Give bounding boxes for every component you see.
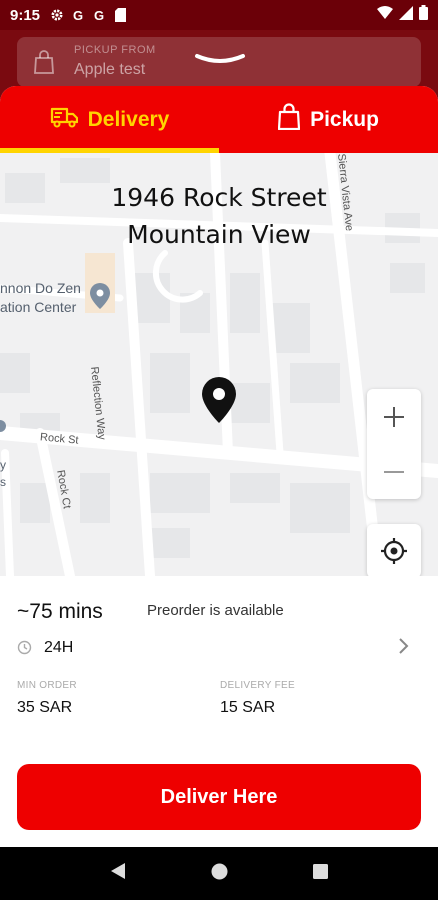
clock-icon xyxy=(17,640,32,660)
wifi-icon xyxy=(377,6,393,24)
map-poi-pin-icon xyxy=(90,283,110,314)
pickup-label: PICKUP FROM xyxy=(74,44,156,56)
pickup-store-name: Apple test xyxy=(74,61,146,78)
order-type-sheet: Delivery Pickup 1946 Rock Street Mountai… xyxy=(0,86,438,847)
shopping-bag-icon xyxy=(277,103,301,136)
map-edge-pin-icon xyxy=(0,420,6,441)
system-nav-bar xyxy=(0,847,438,900)
shopping-bag-icon xyxy=(33,50,55,79)
map-edge-text-1: y xyxy=(0,458,6,472)
delivery-eta: ~75 mins xyxy=(17,600,103,623)
delivery-info-panel: ~75 mins Preorder is available 24H MIN O… xyxy=(0,576,438,847)
preorder-text: Preorder is available xyxy=(147,602,284,619)
opening-hours: 24H xyxy=(44,639,74,656)
back-icon[interactable] xyxy=(110,862,126,885)
home-icon[interactable] xyxy=(211,863,228,885)
recents-icon[interactable] xyxy=(313,863,328,884)
delivery-fee-value: 15 SAR xyxy=(220,699,276,716)
delivery-truck-icon xyxy=(50,106,78,134)
map[interactable]: 1946 Rock Street Mountain View nnon Do Z… xyxy=(0,153,438,576)
map-poi-line2: ation Center xyxy=(0,299,77,315)
google-icon: G xyxy=(72,7,84,23)
minus-icon xyxy=(384,470,404,473)
google-icon: G xyxy=(93,7,105,23)
sd-card-icon xyxy=(113,8,127,22)
chevron-right-icon[interactable] xyxy=(398,637,410,660)
tab-delivery-label: Delivery xyxy=(87,107,170,131)
gear-icon xyxy=(50,8,64,22)
crosshair-icon xyxy=(381,538,407,564)
tab-pickup-label: Pickup xyxy=(310,107,379,131)
tab-pickup[interactable]: Pickup xyxy=(219,86,438,153)
zoom-in-button[interactable] xyxy=(367,389,421,444)
min-order-label: MIN ORDER xyxy=(17,680,77,691)
min-order-value: 35 SAR xyxy=(17,699,73,716)
chevron-down-icon[interactable] xyxy=(194,52,246,73)
plus-icon xyxy=(384,406,404,427)
deliver-here-button[interactable]: Deliver Here xyxy=(17,764,421,830)
map-poi-line1: nnon Do Zen xyxy=(0,280,81,296)
battery-icon xyxy=(419,5,428,25)
map-address-line2: Mountain View xyxy=(127,220,311,249)
order-type-tabs: Delivery Pickup xyxy=(0,86,438,153)
my-location-button[interactable] xyxy=(367,524,421,576)
tab-delivery[interactable]: Delivery xyxy=(0,86,219,153)
status-bar: 9:15 G G xyxy=(0,0,438,30)
zoom-out-button[interactable] xyxy=(367,444,421,499)
map-edge-text-2: s xyxy=(0,475,6,489)
status-time: 9:15 xyxy=(10,6,41,24)
location-pin-icon[interactable] xyxy=(202,377,236,428)
zoom-controls xyxy=(367,389,421,499)
map-tiles xyxy=(0,153,438,576)
delivery-fee-label: DELIVERY FEE xyxy=(220,680,295,691)
map-address-line1: 1946 Rock Street xyxy=(111,183,327,212)
signal-icon xyxy=(399,5,413,25)
